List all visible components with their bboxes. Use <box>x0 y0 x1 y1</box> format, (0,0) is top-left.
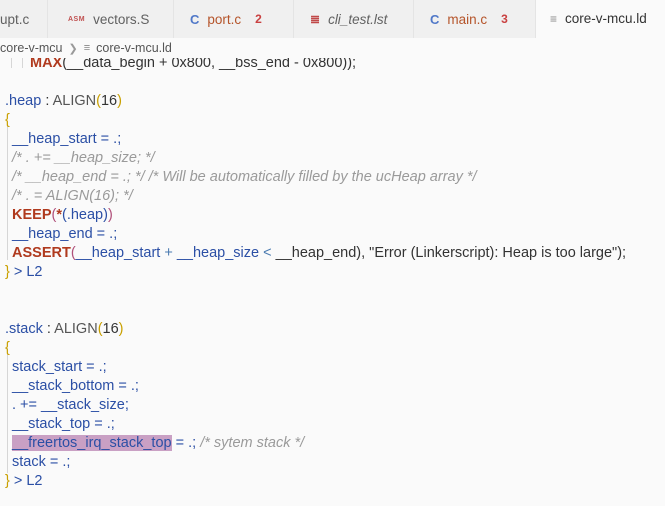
problem-count-badge: 2 <box>255 12 262 26</box>
tab-label: cli_test.lst <box>328 11 388 27</box>
code-token: ); <box>617 245 627 261</box>
code-comment: /* . = ALIGN(16); */ <box>12 188 133 204</box>
linker-file-icon: ≡ <box>550 11 558 26</box>
linker-file-icon: ≡ <box>83 42 91 54</box>
code-token: 16 <box>102 321 119 337</box>
code-token: .heap <box>5 93 42 109</box>
tab-label: core-v-mcu.ld <box>565 11 647 26</box>
code-line: stack_start = .; <box>12 359 107 375</box>
code-line: .stack : ALIGN(16) <box>5 320 124 339</box>
code-line: .heap : ALIGN(16) <box>5 92 122 111</box>
code-token: + <box>160 245 177 261</box>
code-comment: /* sytem stack */ <box>200 435 305 451</box>
code-line: { <box>5 112 10 128</box>
code-line: MAX(__data_begin + 0x800, __bss_end - 0x… <box>30 58 356 73</box>
c-file-icon: C <box>430 11 440 27</box>
code-token: ) <box>118 321 124 337</box>
code-token: 16 <box>100 93 118 109</box>
indent-guide <box>7 348 8 473</box>
tab-upt-c[interactable]: upt.c <box>0 0 48 38</box>
breadcrumb-folder[interactable]: core-v-mcu <box>0 41 63 55</box>
breadcrumb-file[interactable]: core-v-mcu.ld <box>96 41 172 55</box>
code-token: MAX <box>30 58 63 71</box>
problem-count-badge: 3 <box>501 12 508 26</box>
code-token: ASSERT <box>12 245 71 261</box>
breadcrumb: core-v-mcu ❯ ≡ core-v-mcu.ld <box>0 38 665 58</box>
code-token: (Linkerscript) <box>410 245 495 261</box>
code-line: . += __stack_size; <box>12 397 129 413</box>
code-line: __heap_start = .; <box>12 131 122 147</box>
tab-core-v-mcu-ld[interactable]: ≡ core-v-mcu.ld <box>536 0 665 38</box>
code-token: : <box>42 321 55 337</box>
code-comment: /* . += __heap_size; */ <box>12 150 155 166</box>
code-comment: /* __heap_end = .; */ /* Will be automat… <box>12 169 477 185</box>
code-token: ) <box>107 207 113 223</box>
tab-label: upt.c <box>0 11 30 27</box>
tab-cli-test-lst[interactable]: ≣ cli_test.lst <box>294 0 414 38</box>
code-token: > L2 <box>9 264 43 280</box>
list-file-icon: ≣ <box>310 12 321 26</box>
code-token: __heap_size <box>176 245 260 261</box>
indent-guide <box>11 58 12 68</box>
code-token: : <box>41 93 53 109</box>
code-line: __stack_top = .; <box>12 416 115 432</box>
code-line: __heap_end = .; <box>12 226 118 242</box>
tab-vectors-s[interactable]: ASM vectors.S <box>48 0 174 38</box>
code-token: = .; <box>171 435 201 451</box>
code-token: __heap_end), "Error <box>275 245 411 261</box>
code-token: .stack <box>5 321 43 337</box>
code-line: __freertos_irq_stack_top = .; /* sytem s… <box>12 434 304 453</box>
code-line: stack = .; <box>12 454 71 470</box>
code-line: } > L2 <box>5 263 43 282</box>
tab-main-c[interactable]: C main.c 3 <box>414 0 536 38</box>
code-token: (.heap) <box>62 207 108 223</box>
code-token: : Heap is too large" <box>494 245 618 261</box>
tab-label: main.c <box>447 11 488 27</box>
code-token: ALIGN <box>52 93 97 109</box>
code-token: ALIGN <box>54 321 98 337</box>
code-token: __heap_start <box>75 245 161 261</box>
asm-file-icon: ASM <box>68 15 86 23</box>
code-line: KEEP(*(.heap)) <box>12 206 113 225</box>
c-file-icon: C <box>190 11 200 27</box>
indent-guide <box>22 58 23 68</box>
code-line: __stack_bottom = .; <box>12 378 139 394</box>
code-token: (__data_begin + 0x800, __bss_end - 0x800… <box>62 58 357 71</box>
tab-label: vectors.S <box>93 11 150 27</box>
tab-port-c[interactable]: C port.c 2 <box>174 0 294 38</box>
code-line: { <box>5 340 10 356</box>
code-token: KEEP <box>12 207 52 223</box>
code-editor[interactable]: MAX(__data_begin + 0x800, __bss_end - 0x… <box>0 58 665 506</box>
selected-token[interactable]: __freertos_irq_stack_top <box>12 435 172 451</box>
code-token: < <box>259 245 276 261</box>
chevron-right-icon: ❯ <box>68 42 78 55</box>
code-token: > L2 <box>9 473 43 489</box>
code-line: ASSERT(__heap_start + __heap_size < __he… <box>12 244 626 263</box>
editor-tab-bar: upt.c ASM vectors.S C port.c 2 ≣ cli_tes… <box>0 0 665 39</box>
code-line: } > L2 <box>5 472 43 491</box>
indent-guide <box>7 125 8 260</box>
code-token: ) <box>117 93 122 109</box>
tab-label: port.c <box>207 11 242 27</box>
